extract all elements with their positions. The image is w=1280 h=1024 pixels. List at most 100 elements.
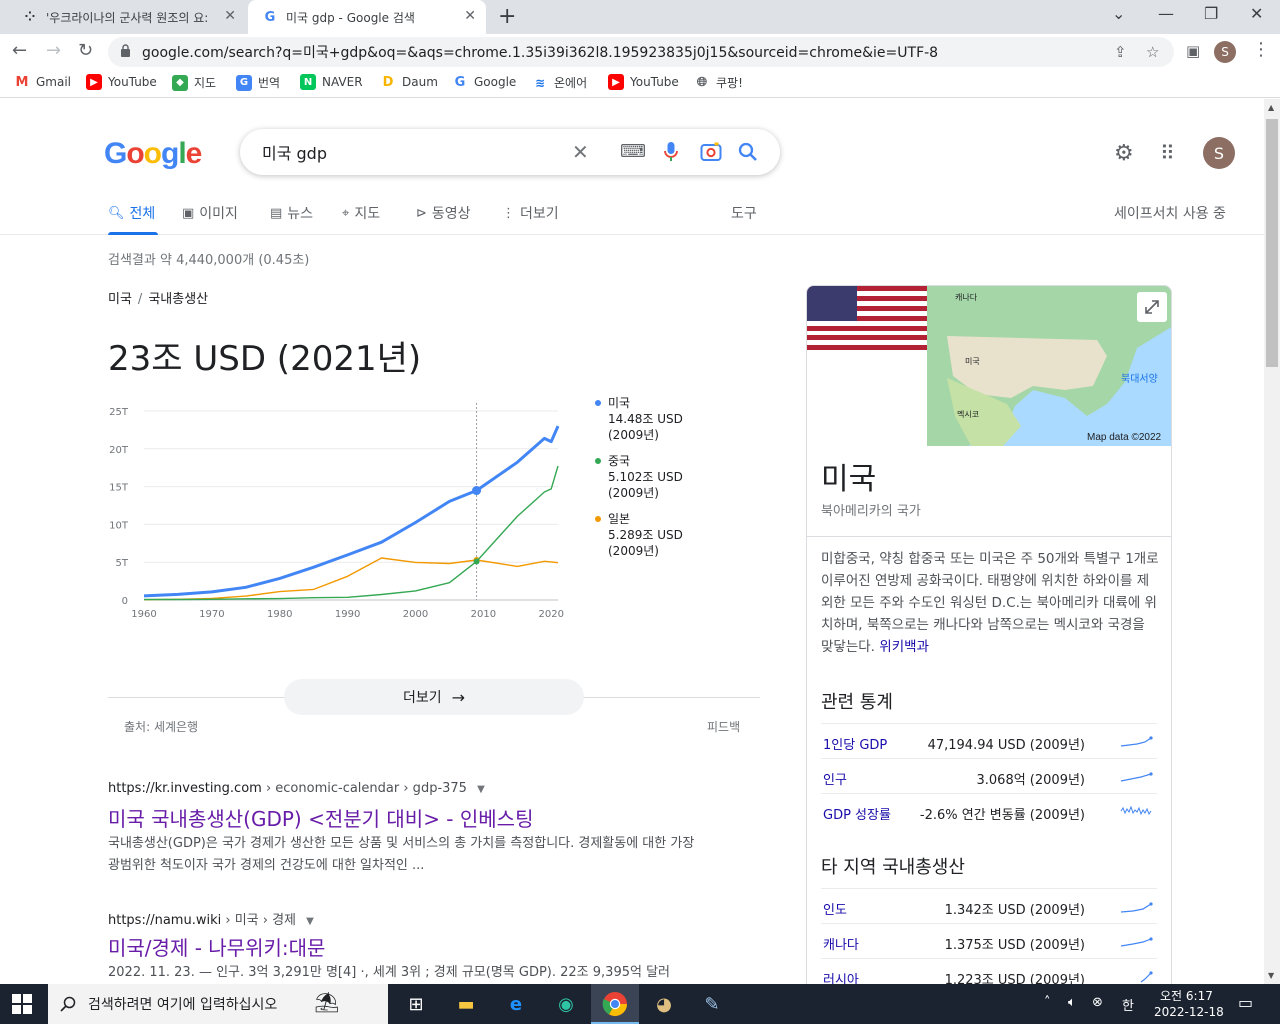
bookmark-translate[interactable]: G 번역: [236, 74, 280, 91]
caret-down-icon[interactable]: ▼: [477, 784, 485, 795]
settings-gear-icon[interactable]: ⚙: [1114, 141, 1134, 166]
search-input[interactable]: 미국 gdp: [262, 140, 327, 164]
search-box[interactable]: 미국 gdp ✕ ⌨: [240, 129, 780, 175]
highlight-point: [473, 558, 480, 565]
app-owl-icon[interactable]: ◕: [650, 990, 678, 1018]
arrow-right-icon: →: [451, 687, 466, 707]
google-icon: G: [452, 74, 468, 90]
bookmark-coupang[interactable]: 🌐︎ 쿠팡!: [694, 74, 743, 91]
tab-images[interactable]: ▣ 이미지: [182, 203, 238, 223]
country-label[interactable]: 캐나다: [823, 934, 859, 953]
profile-avatar[interactable]: S: [1214, 41, 1236, 63]
clock-time[interactable]: 오전 6:17: [1160, 987, 1213, 1004]
file-explorer-icon[interactable]: ▬: [452, 990, 480, 1018]
result-snippet: 2022. 11. 23. — 인구. 3억 3,291만 명[4] ·, 세계…: [108, 965, 671, 980]
browser-tab-ukraine[interactable]: ⁘ '우크라이나의 군사력 원조의 요: ✕: [8, 0, 246, 34]
bookmark-maps[interactable]: ◆ 지도: [172, 74, 216, 91]
result-url[interactable]: https://kr.investing.com › economic-cale…: [108, 781, 485, 796]
account-avatar[interactable]: S: [1203, 137, 1235, 169]
clock-date[interactable]: 2022-12-18: [1154, 1005, 1224, 1019]
result-url[interactable]: https://namu.wiki › 미국 › 경제 ▼: [108, 909, 314, 928]
paint-icon[interactable]: ✎: [698, 990, 726, 1018]
tab-news[interactable]: ▤ 뉴스: [270, 203, 313, 223]
kp-stat-row[interactable]: 1인당 GDP 47,194.94 USD (2009년): [821, 723, 1157, 758]
bookmark-star-icon[interactable]: ☆: [1146, 43, 1159, 61]
keyboard-icon[interactable]: ⌨: [620, 141, 646, 162]
series-line-중국: [144, 465, 559, 601]
chrome-icon[interactable]: [601, 990, 629, 1018]
bookmark-gmail[interactable]: M Gmail: [14, 74, 71, 90]
side-panel-icon[interactable]: ▣: [1186, 42, 1200, 60]
gdp-line-chart[interactable]: 0 5T 10T 15T 20T 25T 1960 1970 1980 1990 2000 2010 2…: [108, 389, 568, 619]
new-tab-button[interactable]: +: [498, 4, 516, 29]
kp-stat-row[interactable]: 인구 3.068억 (2009년): [821, 758, 1157, 793]
legend-item-japan[interactable]: 일본 5.289조 USD (2009년): [595, 511, 683, 559]
breadcrumb-item[interactable]: 미국: [108, 292, 132, 307]
microphone-icon[interactable]: [664, 141, 678, 163]
reload-icon[interactable]: ↻: [78, 40, 93, 61]
result-title[interactable]: 미국 국내총생산(GDP) <전분기 대비> - 인베스팅: [108, 803, 533, 832]
legend-item-china[interactable]: 중국 5.102조 USD (2009년): [595, 453, 683, 501]
bookmark-youtube-2[interactable]: ▶ YouTube: [608, 74, 679, 90]
legend-item-usa[interactable]: 미국 14.48조 USD (2009년): [595, 395, 683, 443]
clear-icon[interactable]: ✕: [572, 140, 589, 164]
bookmark-daum[interactable]: D Daum: [380, 74, 438, 90]
notification-icon[interactable]: ▭: [1238, 993, 1253, 1012]
stat-label[interactable]: 1인당 GDP: [823, 734, 887, 753]
kp-other-row[interactable]: 인도 1.342조 USD (2009년): [821, 888, 1157, 923]
safesearch-toggle[interactable]: 세이프서치 사용 중: [1114, 203, 1226, 223]
close-window-button[interactable]: ✕: [1250, 4, 1263, 23]
result-title[interactable]: 미국/경제 - 나무위키:대문: [108, 932, 325, 961]
bookmark-youtube[interactable]: ▶ YouTube: [86, 74, 157, 90]
chrome-menu-icon[interactable]: ⋮: [1252, 39, 1270, 60]
caret-down-icon[interactable]: ▼: [306, 916, 314, 927]
minimize-button[interactable]: —: [1158, 4, 1174, 23]
tab-all[interactable]: 🔍︎ 전체: [108, 203, 155, 223]
back-icon[interactable]: ←: [12, 40, 27, 61]
wikipedia-link[interactable]: 위키백과: [879, 639, 929, 655]
country-label[interactable]: 러시아: [823, 969, 859, 984]
more-button[interactable]: 더보기 →: [284, 679, 584, 715]
scroll-thumb[interactable]: [1266, 119, 1278, 367]
kp-other-row[interactable]: 러시아 1.223조 USD (2009년): [821, 958, 1157, 984]
browser-tab-google[interactable]: G 미국 gdp - Google 검색 ✕: [248, 0, 486, 34]
bookmark-naver[interactable]: N NAVER: [300, 74, 363, 90]
page-scrollbar[interactable]: ▲ ▼: [1264, 99, 1280, 984]
internet-explorer-icon[interactable]: e: [502, 990, 530, 1018]
taskbar-search-box[interactable]: 검색하려면 여기에 입력하십시오 ⛱: [48, 984, 388, 1024]
tray-overflow-icon[interactable]: ˄: [1044, 995, 1051, 1010]
windows-start-icon[interactable]: [12, 994, 32, 1014]
stat-label[interactable]: GDP 성장률: [823, 804, 891, 823]
google-logo[interactable]: Google: [104, 137, 202, 171]
tab-close-icon[interactable]: ✕: [464, 8, 476, 24]
kp-other-row[interactable]: 캐나다 1.375조 USD (2009년): [821, 923, 1157, 958]
network-off-icon[interactable]: ⊗: [1092, 995, 1103, 1010]
address-bar[interactable]: google.com/search?q=미국+gdp&oq=&aqs=chrom…: [108, 37, 1174, 67]
edge-icon[interactable]: ◉: [552, 990, 580, 1018]
tools-button[interactable]: 도구: [731, 203, 757, 223]
search-icon[interactable]: [738, 142, 758, 162]
tab-more[interactable]: ⋮ 더보기: [502, 203, 559, 223]
tab-close-icon[interactable]: ✕: [224, 8, 236, 24]
share-icon[interactable]: ⇪: [1114, 43, 1127, 61]
camera-icon[interactable]: [700, 142, 722, 162]
bookmark-google[interactable]: G Google: [452, 74, 516, 90]
kp-stat-row[interactable]: GDP 성장률 -2.6% 연간 변동률 (2009년): [821, 793, 1157, 828]
scroll-up-icon[interactable]: ▲: [1268, 103, 1274, 112]
country-label[interactable]: 인도: [823, 899, 847, 918]
kp-subtitle: 북아메리카의 국가: [821, 504, 921, 519]
forward-icon[interactable]: →: [46, 40, 61, 61]
bookmark-onair[interactable]: ≋ 온에어: [532, 74, 587, 91]
tab-maps[interactable]: ⌖ 지도: [342, 203, 380, 223]
apps-grid-icon[interactable]: ⠿: [1160, 141, 1175, 165]
kp-media[interactable]: 캐나다 미국 멕시코 북대서양 Map data ©2022: [807, 286, 1172, 446]
task-view-icon[interactable]: ⊞: [402, 990, 430, 1018]
stat-label[interactable]: 인구: [823, 769, 847, 788]
feedback-link[interactable]: 피드백: [707, 718, 740, 735]
ime-indicator[interactable]: 한: [1122, 995, 1134, 1014]
tab-search-icon[interactable]: ⌄: [1112, 4, 1125, 23]
volume-icon[interactable]: 🔈︎: [1068, 995, 1076, 1010]
tab-videos[interactable]: ⊳ 동영상: [416, 203, 471, 223]
scroll-down-icon[interactable]: ▼: [1268, 971, 1274, 980]
restore-button[interactable]: ❐: [1204, 4, 1218, 23]
